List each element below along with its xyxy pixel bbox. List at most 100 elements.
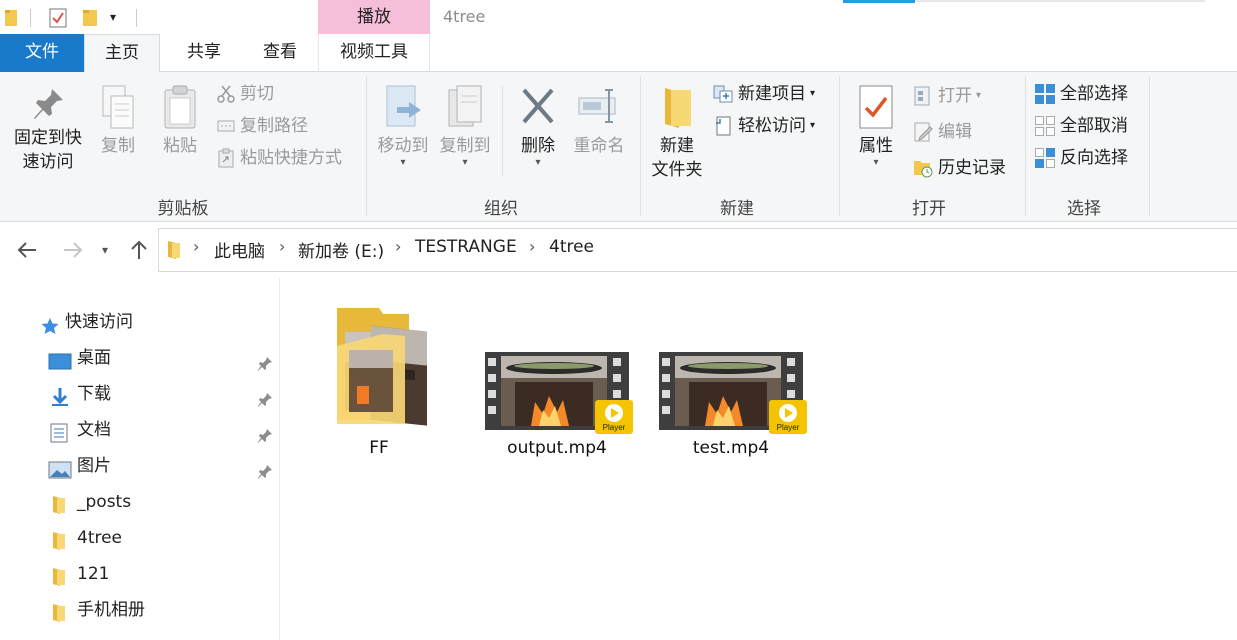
recent-locations-chevron-icon[interactable]: ▾ — [102, 235, 108, 265]
file-name-output-mp4: output.mp4 — [507, 438, 607, 458]
nav-label-4tree: 4tree — [77, 528, 123, 548]
new-item-icon — [712, 84, 738, 104]
cut-label: 剪切 — [240, 84, 274, 104]
cut-button[interactable]: 剪切 — [216, 80, 274, 108]
new-item-label: 新建项目 — [738, 84, 806, 104]
properties-qat-icon[interactable] — [48, 8, 68, 32]
paste-label: 粘贴 — [163, 136, 197, 156]
copy-to-button[interactable]: 复制到 ▾ — [434, 84, 496, 168]
properties-dropdown-icon: ▾ — [873, 157, 879, 168]
copy-path-button[interactable]: 复制路径 — [216, 112, 308, 140]
history-label: 历史记录 — [938, 158, 1006, 178]
ribbon-divider — [640, 76, 641, 216]
invert-selection-button[interactable]: 反向选择 — [1034, 144, 1128, 172]
tab-share[interactable]: 共享 — [166, 34, 242, 72]
edit-icon — [912, 122, 938, 142]
nav-label-posts: _posts — [77, 492, 132, 512]
easy-access-button[interactable]: 轻松访问 ▾ — [712, 112, 815, 140]
new-item-button[interactable]: 新建项目 ▾ — [712, 80, 815, 108]
open-group-label: 打开 — [912, 199, 946, 219]
nav-item-posts[interactable]: _posts — [0, 485, 280, 519]
open-button[interactable]: 打开 ▾ — [912, 82, 981, 110]
select-all-icon — [1034, 84, 1060, 104]
select-all-button[interactable]: 全部选择 — [1034, 80, 1128, 108]
delete-button[interactable]: 删除 ▾ — [512, 84, 564, 168]
player-badge-icon: Player — [769, 400, 807, 439]
nav-item-pictures[interactable]: 图片 — [0, 449, 280, 483]
easy-access-dropdown-icon: ▾ — [810, 120, 816, 131]
nav-label-pictures: 图片 — [77, 456, 111, 476]
folder-icon — [167, 240, 181, 264]
rename-label: 重命名 — [573, 136, 625, 156]
move-to-button[interactable]: 移动到 ▾ — [372, 84, 434, 168]
breadcrumb-separator-icon: › — [279, 237, 286, 256]
nav-item-desktop[interactable]: 桌面 — [0, 341, 280, 375]
new-folder-qat-icon[interactable] — [82, 8, 98, 32]
tab-view[interactable]: 查看 — [242, 34, 318, 72]
paste-icon — [156, 84, 204, 134]
breadcrumb-separator-icon: › — [193, 237, 200, 256]
new-folder-label-2: 文件夹 — [651, 160, 703, 180]
new-folder-button[interactable]: 新建 文件夹 — [646, 84, 708, 182]
easy-access-icon — [712, 116, 738, 136]
edit-label: 编辑 — [938, 122, 972, 142]
copy-path-icon — [216, 116, 240, 136]
nav-label-quick-access: 快速访问 — [65, 312, 133, 332]
ribbon-tab-row: 文件 主页 共享 查看 视频工具 — [0, 34, 1237, 73]
tab-file[interactable]: 文件 — [0, 34, 84, 72]
address-bar[interactable]: › 此电脑 › 新加卷 (E:) › TESTRANGE › 4tree — [158, 228, 1237, 272]
select-none-label: 全部取消 — [1060, 116, 1128, 136]
organize-group-label: 组织 — [484, 199, 518, 219]
forward-arrow-icon[interactable] — [62, 235, 84, 265]
select-none-button[interactable]: 全部取消 — [1034, 112, 1128, 140]
file-name-ff: FF — [369, 438, 389, 458]
clipboard-group-label: 剪贴板 — [157, 199, 209, 219]
nav-item-phone-album[interactable]: 手机相册 — [0, 593, 280, 627]
player-badge-label: Player — [603, 423, 626, 432]
nav-item-121[interactable]: 121 — [0, 557, 280, 591]
nav-item-documents[interactable]: 文档 — [0, 413, 280, 447]
back-arrow-icon[interactable] — [16, 235, 38, 265]
select-group-label: 选择 — [1067, 199, 1101, 219]
move-to-icon — [372, 84, 434, 134]
qat-customize-icon[interactable]: ▾ — [110, 10, 116, 24]
move-to-dropdown-icon: ▾ — [400, 157, 406, 168]
file-list: FF Player output.mp4 Player test.mp4 — [281, 278, 1237, 640]
properties-button[interactable]: 属性 ▾ — [848, 84, 904, 168]
breadcrumb-drive[interactable]: 新加卷 (E:) — [298, 237, 384, 262]
edit-button[interactable]: 编辑 — [912, 118, 972, 146]
easy-access-label: 轻松访问 — [738, 116, 806, 136]
new-group-label: 新建 — [720, 199, 754, 219]
breadcrumb-4tree[interactable]: 4tree — [549, 237, 594, 257]
copy-button[interactable]: 复制 — [94, 84, 142, 158]
nav-item-downloads[interactable]: 下载 — [0, 377, 280, 411]
play-context-tab[interactable]: 播放 — [318, 0, 430, 34]
up-arrow-icon[interactable] — [128, 235, 150, 265]
tab-home[interactable]: 主页 — [84, 34, 160, 73]
ribbon: 固定到快 速访问 复制 粘贴 剪切 复制路径 粘贴快捷方式 剪贴板 移动到 ▾ … — [0, 72, 1237, 222]
nav-label-desktop: 桌面 — [77, 348, 111, 368]
history-button[interactable]: 历史记录 — [912, 154, 1006, 182]
copy-to-icon — [434, 84, 496, 134]
invert-selection-label: 反向选择 — [1060, 148, 1128, 168]
copy-label: 复制 — [101, 136, 135, 156]
new-folder-label-1: 新建 — [660, 136, 694, 156]
ribbon-divider — [1149, 76, 1150, 216]
paste-shortcut-button[interactable]: 粘贴快捷方式 — [216, 144, 342, 172]
breadcrumb-testrange[interactable]: TESTRANGE — [415, 237, 517, 257]
nav-item-quick-access[interactable]: 快速访问 — [0, 305, 280, 339]
paste-button[interactable]: 粘贴 — [156, 84, 204, 158]
tab-video-tools[interactable]: 视频工具 — [318, 34, 430, 72]
breadcrumb-separator-icon: › — [529, 237, 536, 256]
invert-selection-icon — [1034, 148, 1060, 168]
nav-item-4tree[interactable]: 4tree — [0, 521, 280, 555]
new-item-dropdown-icon: ▾ — [810, 88, 816, 99]
pin-quick-access-button[interactable]: 固定到快 速访问 — [6, 86, 90, 174]
pin-icon — [6, 86, 90, 126]
copy-icon — [94, 84, 142, 134]
rename-button[interactable]: 重命名 — [568, 84, 630, 158]
breadcrumb-this-pc[interactable]: 此电脑 — [214, 237, 265, 262]
pin-quick-access-label-1: 固定到快 — [14, 128, 82, 148]
nav-label-121: 121 — [77, 564, 110, 584]
breadcrumb-separator-icon: › — [395, 237, 402, 256]
